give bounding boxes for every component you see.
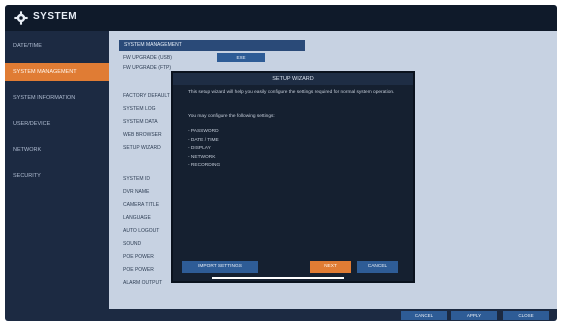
row-label: AUTO LOGOUT	[123, 228, 160, 234]
row-label: SYSTEM DATA	[123, 119, 158, 125]
sidebar-item-system-information[interactable]: SYSTEM INFORMATION	[5, 89, 109, 107]
dialog-message: This setup wizard will help you easily c…	[188, 90, 395, 95]
window-title: SYSTEM	[33, 11, 78, 22]
row-label: POE POWER	[123, 267, 154, 273]
list-item: - DISPLAY	[188, 146, 211, 151]
dialog-prompt: You may configure the following settings…	[188, 114, 275, 119]
row-label: SYSTEM ID	[123, 176, 150, 182]
sidebar-item-system-management[interactable]: SYSTEM MANAGEMENT	[5, 63, 109, 81]
list-item: - NETWORK	[188, 154, 216, 160]
setup-wizard-dialog: SETUP WIZARD This setup wizard will help…	[173, 73, 413, 281]
cancel-button[interactable]: CANCEL	[401, 311, 447, 320]
row-label: SOUND	[123, 241, 142, 247]
system-settings-screen: SYSTEM DATE/TIME SYSTEM MANAGEMENT SYSTE…	[5, 5, 557, 321]
list-item: - RECORDING	[188, 163, 221, 168]
sidebar-item-security[interactable]: SECURITY	[5, 167, 109, 185]
sidebar-item-date-time[interactable]: DATE/TIME	[5, 37, 109, 55]
horizontal-scrollbar[interactable]	[212, 277, 344, 279]
sidebar-item-network[interactable]: NETWORK	[5, 141, 109, 159]
row-label: POE POWER	[123, 254, 154, 260]
apply-button[interactable]: APPLY	[451, 311, 497, 320]
list-item: - DATE / TIME	[188, 137, 219, 143]
row-label: CAMERA TITLE	[123, 202, 160, 208]
next-button[interactable]: NEXT	[310, 261, 351, 273]
sidebar-item-user-device[interactable]: USER/DEVICE	[5, 115, 109, 133]
row-label: DVR NAME	[123, 189, 150, 195]
exe-button[interactable]: EXE	[217, 53, 265, 62]
footer-bar: CANCEL APPLY CLOSE	[109, 309, 557, 321]
dialog-cancel-button[interactable]: CANCEL	[357, 261, 398, 273]
row-label: SYSTEM LOG	[123, 106, 156, 112]
row-label: FACTORY DEFAULT	[123, 93, 170, 99]
title-bar: SYSTEM	[5, 5, 557, 31]
settings-list: - PASSWORD - DATE / TIME - DISPLAY - NET…	[188, 128, 220, 171]
sidebar: DATE/TIME SYSTEM MANAGEMENT SYSTEM INFOR…	[5, 31, 109, 321]
dialog-title: SETUP WIZARD	[173, 73, 413, 85]
import-settings-button[interactable]: IMPORT SETTINGS	[182, 261, 258, 273]
section-header: SYSTEM MANAGEMENT	[119, 40, 305, 51]
row-label: LANGUAGE	[123, 215, 151, 221]
row-label: WEB BROWSER	[123, 132, 162, 138]
row-label: FW UPGRADE (USB)	[123, 55, 172, 61]
row-label: FW UPGRADE (FTP)	[123, 65, 172, 71]
row-label: SETUP WIZARD	[123, 145, 161, 151]
list-item: - PASSWORD	[188, 129, 219, 134]
gear-icon	[14, 11, 28, 25]
close-button[interactable]: CLOSE	[503, 311, 549, 320]
row-label: ALARM OUTPUT	[123, 280, 163, 286]
